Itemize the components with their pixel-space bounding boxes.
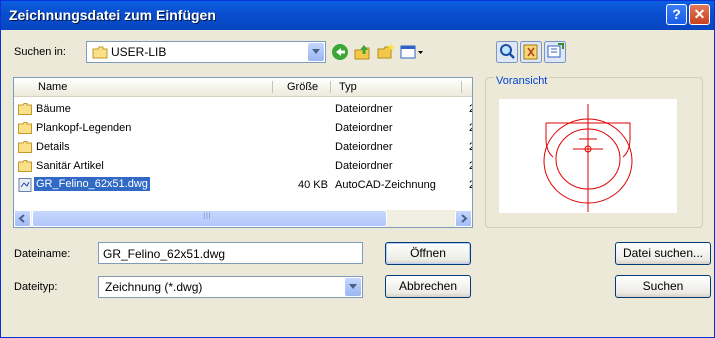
folder-icon <box>18 103 32 115</box>
help-button[interactable]: ? <box>666 4 687 25</box>
chevron-down-icon[interactable] <box>308 43 324 61</box>
column-header-name[interactable]: Name <box>38 81 67 93</box>
item-name: Details <box>36 141 70 153</box>
item-size: 40 KB <box>298 179 328 191</box>
scroll-thumb[interactable]: III <box>32 210 387 227</box>
list-header: Name Größe Typ <box>14 78 472 97</box>
lookin-combo[interactable]: USER-LIB <box>86 41 326 63</box>
arrow-right-icon <box>461 214 468 223</box>
back-icon[interactable] <box>330 42 350 62</box>
item-type: Dateiordner <box>335 141 393 153</box>
horizontal-scrollbar[interactable]: III <box>14 210 472 227</box>
folder-icon <box>18 160 32 172</box>
cancel-button[interactable]: Abbrechen <box>385 275 471 298</box>
chevron-down-icon[interactable] <box>345 278 361 296</box>
filename-value: GR_Felino_62x51.dwg <box>103 247 226 261</box>
item-extra: 2 <box>469 160 472 172</box>
scroll-left-button[interactable] <box>14 210 31 227</box>
filetype-combo[interactable]: Zeichnung (*.dwg) <box>98 276 363 298</box>
item-name: Plankopf-Legenden <box>36 122 132 134</box>
folder-icon <box>18 141 32 153</box>
lookin-value: USER-LIB <box>111 45 167 59</box>
column-divider <box>330 81 331 93</box>
item-name: Sanitär Artikel <box>36 160 104 172</box>
favorites-icon[interactable] <box>520 41 542 63</box>
column-header-size[interactable]: Größe <box>287 81 318 93</box>
folder-icon <box>18 122 32 134</box>
item-extra: 2 <box>469 141 472 153</box>
up-folder-icon[interactable] <box>353 42 373 62</box>
filetype-label: Dateityp: <box>14 281 58 293</box>
drawing-preview <box>543 104 633 212</box>
column-header-type[interactable]: Typ <box>339 81 357 93</box>
item-type: Dateiordner <box>335 103 393 115</box>
arrow-left-icon <box>18 214 25 223</box>
open-button[interactable]: Öffnen <box>385 242 471 265</box>
item-extra: 2 <box>469 103 472 115</box>
list-item[interactable]: Bäume Dateiordner 2 <box>14 100 472 119</box>
item-name: Bäume <box>36 103 71 115</box>
filename-input[interactable]: GR_Felino_62x51.dwg <box>98 242 363 264</box>
list-item[interactable]: Plankopf-Legenden Dateiordner 2 <box>14 119 472 138</box>
title-bar[interactable]: Zeichnungsdatei zum Einfügen ? ✕ <box>1 1 714 30</box>
scroll-right-button[interactable] <box>455 210 472 227</box>
file-dialog: Zeichnungsdatei zum Einfügen ? ✕ Suchen … <box>0 0 715 338</box>
new-folder-icon[interactable] <box>376 42 396 62</box>
item-extra: 2 <box>469 122 472 134</box>
lookin-label: Suchen in: <box>14 46 66 58</box>
preview-group: Voransicht <box>485 75 703 228</box>
item-name: GR_Felino_62x51.dwg <box>34 177 150 191</box>
item-type: AutoCAD-Zeichnung <box>335 179 436 191</box>
folder-icon <box>92 46 108 59</box>
scroll-grip: III <box>203 212 211 222</box>
filename-label: Dateiname: <box>14 248 71 260</box>
view-menu-icon[interactable] <box>399 42 425 62</box>
column-divider <box>272 81 273 93</box>
filetype-value: Zeichnung (*.dwg) <box>105 280 203 294</box>
item-type: Dateiordner <box>335 122 393 134</box>
search-button[interactable]: Suchen <box>615 275 711 298</box>
list-item-selected[interactable]: GR_Felino_62x51.dwg 40 KB AutoCAD-Zeichn… <box>14 176 472 195</box>
list-item[interactable]: Details Dateiordner 2 <box>14 138 472 157</box>
preview-pane <box>499 99 677 213</box>
desktop-icon[interactable] <box>544 41 566 63</box>
file-list[interactable]: Name Größe Typ Bäume Dateiordner 2 Plank… <box>13 77 473 228</box>
list-item[interactable]: Sanitär Artikel Dateiordner 2 <box>14 157 472 176</box>
close-button[interactable]: ✕ <box>689 4 710 25</box>
column-divider <box>461 81 462 93</box>
search-icon[interactable] <box>496 41 518 63</box>
find-file-button[interactable]: Datei suchen... <box>615 242 711 265</box>
item-type: Dateiordner <box>335 160 393 172</box>
preview-label: Voransicht <box>494 75 550 87</box>
window-title: Zeichnungsdatei zum Einfügen <box>9 7 216 23</box>
item-extra: 2 <box>469 179 472 191</box>
dwg-file-icon <box>18 178 32 192</box>
